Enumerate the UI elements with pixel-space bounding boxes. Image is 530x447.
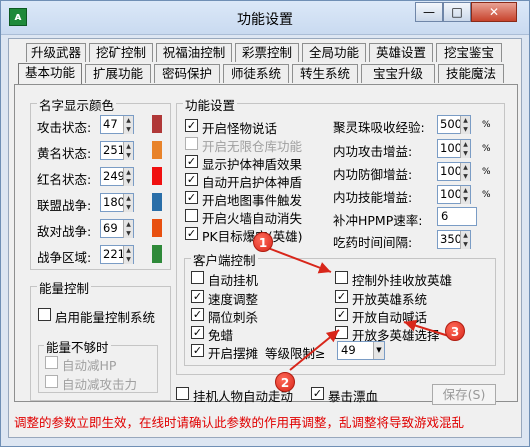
annotation-arrow-1 bbox=[267, 247, 332, 274]
annotation-badge-1: 1 bbox=[253, 232, 273, 252]
annotation-badge-2: 2 bbox=[275, 372, 295, 392]
annotation-arrows bbox=[267, 247, 453, 371]
annotation-badge-3: 3 bbox=[445, 321, 465, 341]
annotation-arrow-2 bbox=[289, 329, 340, 371]
